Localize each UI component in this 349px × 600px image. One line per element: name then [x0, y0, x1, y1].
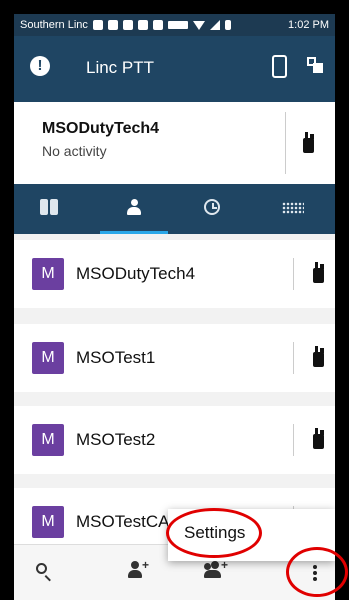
more-annotation-circle	[286, 547, 348, 597]
tab-bar	[14, 184, 335, 234]
add-contact-icon[interactable]: +	[128, 558, 150, 579]
phone-icon[interactable]	[272, 55, 287, 78]
window-icon[interactable]	[307, 57, 323, 73]
network-icon	[137, 20, 148, 30]
app-title: Linc PTT	[86, 58, 155, 77]
ptt-radio-icon[interactable]	[311, 262, 325, 284]
tab-dialpad[interactable]	[254, 184, 334, 234]
avatar: M	[32, 506, 64, 538]
status-icons	[92, 20, 288, 30]
tab-talkgroups[interactable]	[14, 184, 94, 234]
list-item[interactable]: M MSODutyTech4	[14, 240, 335, 308]
contact-name: MSODutyTech4	[76, 264, 196, 283]
divider	[293, 342, 294, 374]
selected-contact-name: MSODutyTech4	[42, 120, 160, 137]
list-item[interactable]: M MSOTest1	[14, 324, 335, 392]
signal-icon	[209, 20, 220, 30]
divider	[293, 258, 294, 290]
carrier-name: Southern Linc	[20, 19, 88, 31]
selected-contact-status: No activity	[42, 143, 107, 159]
message-icon	[92, 20, 103, 30]
ptt-radio-icon[interactable]	[301, 132, 315, 154]
contact-name: MSOTest1	[76, 348, 156, 367]
list-item[interactable]: M MSOTest2	[14, 406, 335, 474]
selected-contact[interactable]: MSODutyTech4 No activity	[14, 102, 335, 185]
walkie-talkie-icon	[107, 20, 118, 30]
ptt-radio-icon[interactable]	[311, 346, 325, 368]
battery-icon	[224, 20, 231, 30]
tab-history[interactable]	[174, 184, 254, 234]
tab-contacts[interactable]	[94, 184, 174, 234]
avatar: M	[32, 342, 64, 374]
clock-icon	[204, 199, 220, 215]
volte-icon	[167, 21, 188, 29]
keypad-icon	[282, 202, 304, 214]
wifi-icon	[192, 20, 205, 30]
alert-icon[interactable]: !	[30, 56, 50, 76]
add-group-icon[interactable]: +	[204, 558, 230, 579]
contact-name: MSOTest2	[76, 430, 156, 449]
app-bar: ! Linc PTT	[14, 36, 335, 102]
status-bar: Southern Linc 1:02 PM	[14, 14, 335, 36]
avatar: M	[32, 424, 64, 456]
phone-screen: Southern Linc 1:02 PM ! Linc PTT MSODuty…	[14, 14, 335, 600]
person-icon	[127, 199, 141, 215]
avatar: M	[32, 258, 64, 290]
walkie-talkie-icon	[122, 20, 133, 30]
search-icon[interactable]	[36, 563, 54, 582]
divider	[285, 112, 286, 174]
ptt-radio-icon[interactable]	[311, 428, 325, 450]
clock-time: 1:02 PM	[288, 19, 329, 31]
divider	[293, 424, 294, 456]
walkie-talkie-icon	[40, 199, 60, 220]
settings-annotation-circle	[166, 508, 262, 558]
location-icon	[152, 20, 163, 30]
